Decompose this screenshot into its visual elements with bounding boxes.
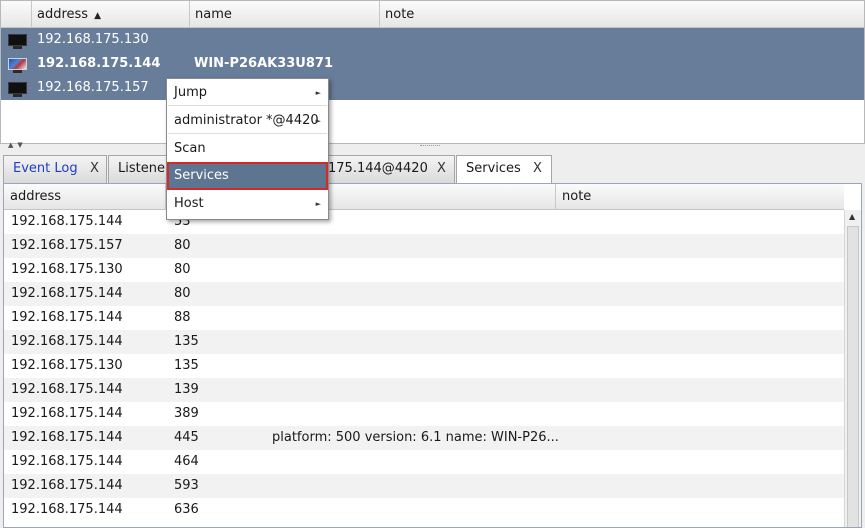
sort-ascending-icon: ▲ — [94, 11, 101, 21]
tab-event-log[interactable]: Event Log X — [3, 155, 107, 183]
service-banner: platform: 500 version: 6.1 name: WIN-P26… — [272, 430, 559, 445]
tab-close-button[interactable]: X — [90, 156, 99, 182]
menu-item-host[interactable]: Host ► — [168, 191, 327, 217]
table-row[interactable]: 192.168.175.130 135 — [4, 354, 844, 378]
service-port: 80 — [174, 286, 191, 301]
service-port: 80 — [174, 238, 191, 253]
monitor-icon — [8, 34, 27, 49]
scrollbar-thumb[interactable] — [847, 226, 859, 527]
submenu-arrow-icon: ► — [315, 200, 321, 208]
column-header-note[interactable]: note — [380, 1, 864, 28]
scroll-up-icon[interactable]: ▲ — [849, 212, 855, 221]
submenu-arrow-icon: ► — [315, 117, 321, 125]
table-row[interactable]: 192.168.175.144 593 — [4, 474, 844, 498]
tab-close-button[interactable]: X — [533, 156, 542, 182]
table-row[interactable]: 192.168.175.144 135 — [4, 330, 844, 354]
menu-item-label: Host — [174, 196, 204, 211]
column-header-address[interactable]: address ▲ — [32, 1, 190, 28]
target-row[interactable]: 192.168.175.130 — [1, 28, 864, 52]
service-port: 445 — [174, 430, 199, 445]
column-header-icon[interactable] — [1, 1, 32, 28]
service-address: 192.168.175.144 — [11, 454, 123, 469]
table-row[interactable]: 192.168.175.144 636 — [4, 498, 844, 522]
target-row[interactable]: 192.168.175.144 WIN-P26AK33U871 — [1, 52, 864, 76]
service-address: 192.168.175.130 — [11, 358, 123, 373]
vertical-scrollbar[interactable]: ▲ — [844, 210, 861, 527]
monitor-icon — [8, 82, 27, 97]
target-address: 192.168.175.130 — [37, 32, 149, 47]
menu-item-scan[interactable]: Scan — [168, 136, 327, 162]
service-port: 636 — [174, 502, 199, 517]
target-address: 192.168.175.144 — [37, 56, 161, 71]
service-address: 192.168.175.144 — [11, 502, 123, 517]
tab-services[interactable]: Services X — [456, 155, 552, 184]
table-row[interactable]: 192.168.175.144 53 — [4, 210, 844, 234]
submenu-arrow-icon: ► — [315, 89, 321, 97]
table-row[interactable]: 192.168.175.144 445 platform: 500 version:… — [4, 426, 844, 450]
split-pane-divider[interactable]: ▲▼ — [0, 141, 865, 152]
targets-table-empty-area[interactable] — [1, 100, 864, 143]
table-row[interactable]: 192.168.175.144 80 — [4, 282, 844, 306]
service-port: 464 — [174, 454, 199, 469]
menu-item-administrator[interactable]: administrator *@4420 ► — [168, 108, 327, 134]
service-address: 192.168.175.144 — [11, 430, 123, 445]
target-address: 192.168.175.157 — [37, 80, 149, 95]
tab-label: Services — [466, 161, 521, 176]
service-port: 593 — [174, 478, 199, 493]
targets-table-header: address ▲ name note — [1, 1, 864, 28]
service-address: 192.168.175.144 — [11, 334, 123, 349]
menu-item-label: administrator *@4420 — [174, 113, 319, 128]
service-address: 192.168.175.144 — [11, 214, 123, 229]
service-address: 192.168.175.144 — [11, 286, 123, 301]
service-address: 192.168.175.144 — [11, 478, 123, 493]
service-port: 88 — [174, 310, 191, 325]
table-row[interactable]: 192.168.175.157 80 — [4, 234, 844, 258]
column-header-address-label: address — [37, 7, 89, 22]
divider-grip-icon[interactable] — [420, 145, 440, 147]
context-menu: Jump ► administrator *@4420 ► Scan Servi… — [166, 78, 329, 220]
service-address: 192.168.175.130 — [11, 262, 123, 277]
tab-label: Event Log — [13, 161, 78, 176]
service-address: 192.168.175.157 — [11, 238, 123, 253]
menu-item-jump[interactable]: Jump ► — [168, 80, 327, 106]
tab-session[interactable]: 175.144@4420 X — [318, 155, 455, 183]
services-table: address port banner note 192.168.175.144… — [3, 183, 862, 528]
service-address: 192.168.175.144 — [11, 310, 123, 325]
service-port: 135 — [174, 334, 199, 349]
collapse-arrows-icon[interactable]: ▲▼ — [8, 141, 27, 149]
menu-item-label: Services — [174, 168, 229, 183]
service-address: 192.168.175.144 — [11, 406, 123, 421]
tab-close-button[interactable]: X — [437, 156, 446, 182]
menu-item-services[interactable]: Services — [167, 162, 328, 190]
tab-label: 175.144@4420 — [328, 161, 428, 176]
service-port: 139 — [174, 382, 199, 397]
table-row[interactable]: 192.168.175.144 464 — [4, 450, 844, 474]
table-row[interactable]: 192.168.175.144 389 — [4, 402, 844, 426]
table-row[interactable]: 192.168.175.130 80 — [4, 258, 844, 282]
service-port: 80 — [174, 262, 191, 277]
service-port: 389 — [174, 406, 199, 421]
windows-host-icon — [8, 58, 27, 73]
menu-item-label: Jump — [174, 85, 207, 100]
service-port: 135 — [174, 358, 199, 373]
table-row[interactable]: 192.168.175.144 139 — [4, 378, 844, 402]
column-header-address[interactable]: address — [4, 184, 166, 210]
menu-item-label: Scan — [174, 141, 206, 156]
column-header-note[interactable]: note — [556, 184, 844, 210]
services-rows: 192.168.175.144 53 192.168.175.157 80 192.16… — [4, 210, 844, 522]
table-row[interactable]: 192.168.175.144 88 — [4, 306, 844, 330]
target-row[interactable]: 192.168.175.157 — [1, 76, 864, 100]
service-address: 192.168.175.144 — [11, 382, 123, 397]
target-name: WIN-P26AK33U871 — [194, 56, 333, 71]
tab-label: Listene — [118, 161, 165, 176]
targets-table: address ▲ name note 192.168.175.130 192.1… — [0, 0, 865, 144]
services-table-header: address port banner note — [4, 184, 844, 210]
column-header-name[interactable]: name — [190, 1, 380, 28]
